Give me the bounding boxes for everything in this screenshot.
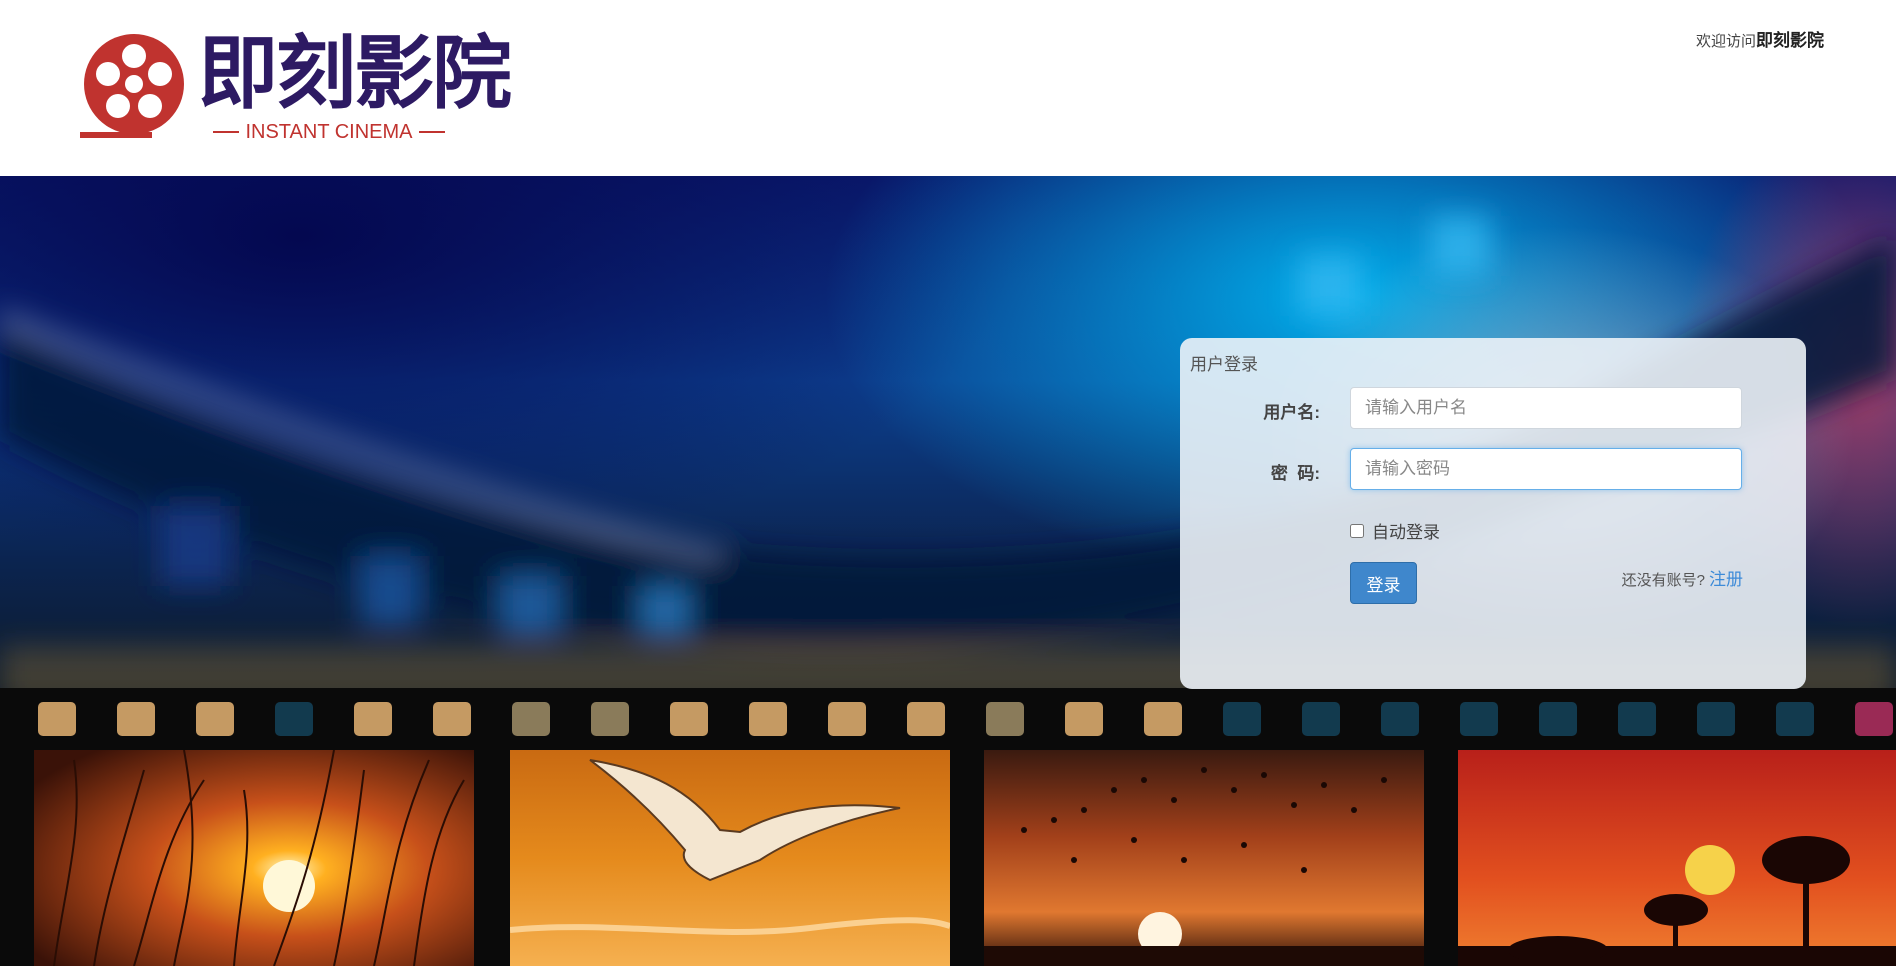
login-panel: 用户登录 用户名: 密 码: 自动登录 登录 还没有账号?注册 <box>1180 338 1806 689</box>
sprocket-hole <box>749 702 787 736</box>
username-label: 用户名: <box>1263 403 1320 422</box>
welcome-site-name: 即刻影院 <box>1756 31 1824 50</box>
sprocket-hole <box>196 702 234 736</box>
sprocket-hole <box>986 702 1024 736</box>
sprocket-hole <box>670 702 708 736</box>
sprocket-hole <box>828 702 866 736</box>
site-logo[interactable]: 即刻影院 INSTANT CINEMA <box>78 28 512 158</box>
film-frame-sunset-reeds <box>34 750 474 966</box>
logo-rule-left <box>213 131 240 133</box>
film-frame-flying-seagull <box>510 750 950 966</box>
sprocket-hole <box>275 702 313 736</box>
welcome-text: 欢迎访问即刻影院 <box>1696 26 1824 51</box>
sprocket-hole <box>1776 702 1814 736</box>
film-strip <box>0 688 1896 966</box>
welcome-prefix: 欢迎访问 <box>1695 33 1756 50</box>
auto-login-checkbox[interactable] <box>1350 523 1364 538</box>
sprocket-hole <box>1697 702 1735 736</box>
logo-subtitle-text: INSTANT CINEMA <box>245 120 413 143</box>
sprocket-hole <box>907 702 945 736</box>
login-button[interactable]: 登录 <box>1350 562 1417 604</box>
sprocket-hole <box>433 702 471 736</box>
password-input[interactable] <box>1350 448 1742 490</box>
username-input[interactable] <box>1350 387 1742 429</box>
auto-login-label: 自动登录 <box>1372 523 1440 542</box>
film-frame-savanna-sunset <box>1458 750 1896 966</box>
sprocket-hole <box>354 702 392 736</box>
logo-subtitle: INSTANT CINEMA <box>204 118 454 146</box>
logo-name: 即刻影院 <box>198 26 512 120</box>
sprocket-hole <box>512 702 550 736</box>
sprocket-hole <box>1381 702 1419 736</box>
film-frame-birds-at-sunset <box>984 750 1424 966</box>
film-sprocket-holes <box>38 702 1893 736</box>
password-label: 密 码: <box>1270 464 1320 483</box>
sprocket-hole <box>1144 702 1182 736</box>
sprocket-hole <box>1855 702 1893 736</box>
no-account-text: 还没有账号? <box>1621 572 1705 589</box>
sprocket-hole <box>1065 702 1103 736</box>
sprocket-hole <box>38 702 76 736</box>
auto-login-option[interactable]: 自动登录 <box>1350 518 1440 543</box>
register-prompt: 还没有账号? 注册 <box>1622 565 1743 590</box>
film-reel-icon <box>80 34 184 138</box>
site-header: 即刻影院 INSTANT CINEMA 欢迎访问即刻影院 <box>0 0 1896 176</box>
sprocket-hole <box>1539 702 1577 736</box>
login-title: 用户登录 <box>1190 355 1258 374</box>
sprocket-hole <box>1302 702 1340 736</box>
sprocket-hole <box>117 702 155 736</box>
sprocket-hole <box>1223 702 1261 736</box>
register-link[interactable]: 注册 <box>1709 570 1743 589</box>
sprocket-hole <box>1618 702 1656 736</box>
logo-rule-right <box>418 131 445 133</box>
sprocket-hole <box>591 702 629 736</box>
sprocket-hole <box>1460 702 1498 736</box>
